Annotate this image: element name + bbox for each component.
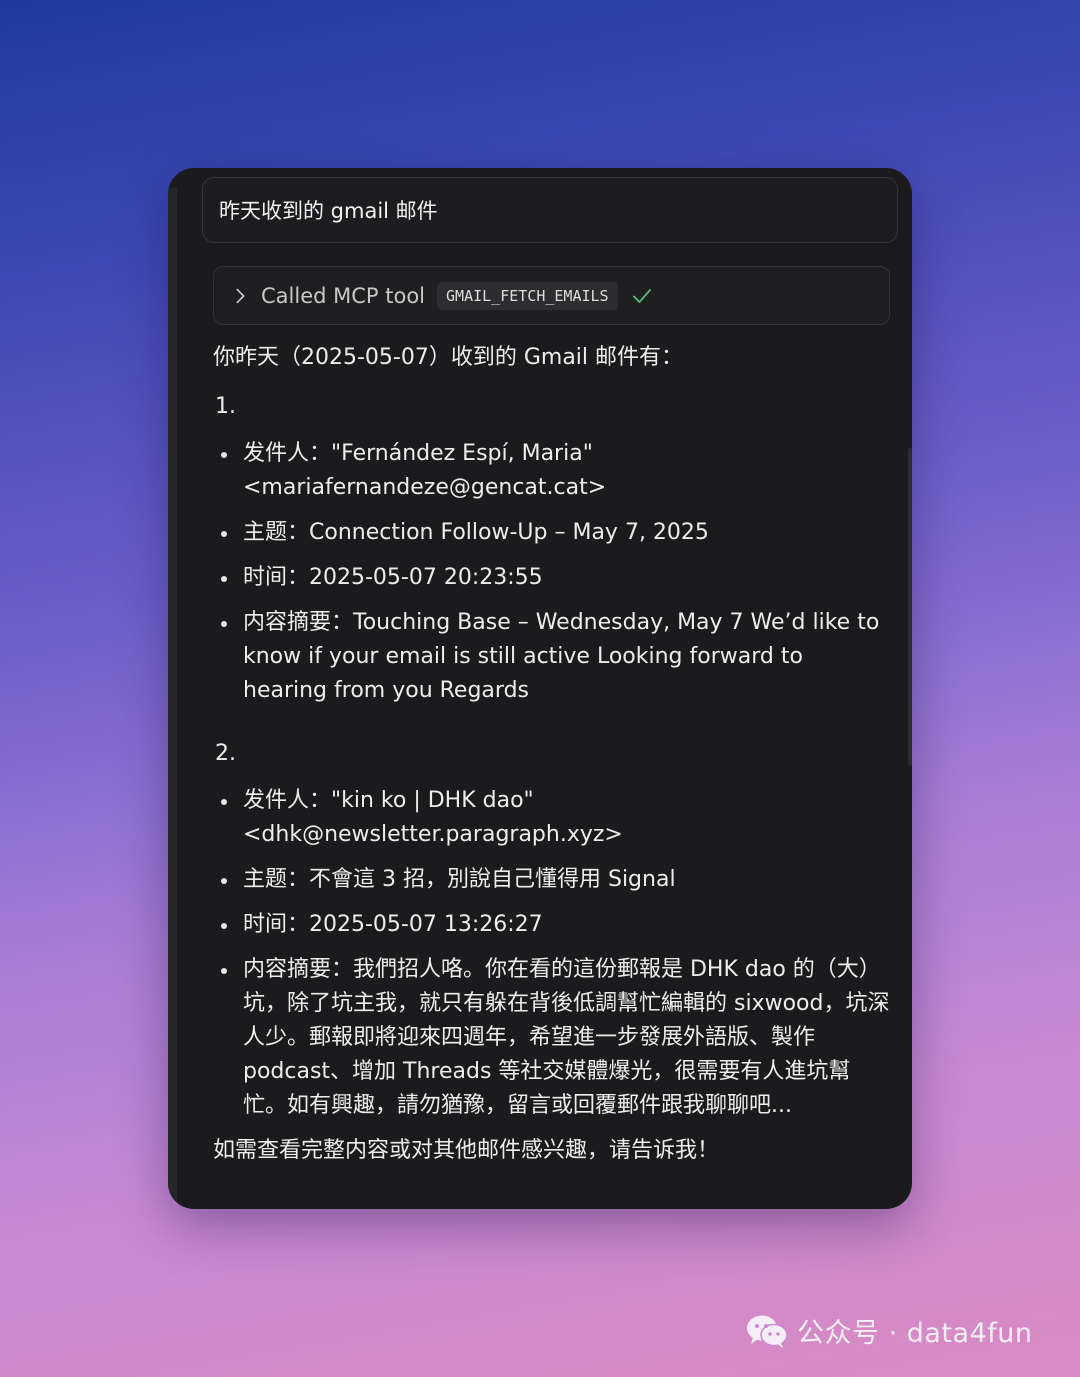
email-number: 1. — [215, 394, 236, 419]
email-details-list: 发件人："Fernández Espí, Maria" <mariafernan… — [213, 437, 893, 708]
assistant-response: 你昨天（2025-05-07）收到的 Gmail 邮件有： 1. 发件人："Fe… — [213, 341, 893, 1168]
scrollbar[interactable] — [908, 448, 912, 766]
email-subject: 主题：Connection Follow-Up – May 7, 2025 — [213, 516, 893, 550]
email-summary: 内容摘要：Touching Base – Wednesday, May 7 We… — [213, 606, 893, 708]
window-left-edge — [168, 188, 177, 1209]
user-query-message: 昨天收到的 gmail 邮件 — [202, 177, 898, 243]
email-time: 时间：2025-05-07 13:26:27 — [213, 908, 893, 942]
email-time: 时间：2025-05-07 20:23:55 — [213, 561, 893, 595]
watermark: 公众号 · data4fun — [745, 1311, 1032, 1350]
email-subject: 主题：不會這 3 招，別說自己懂得用 Signal — [213, 863, 893, 897]
email-number: 2. — [215, 741, 236, 766]
email-summary: 内容摘要：我們招人咯。你在看的這份郵報是 DHK dao 的（大）坑，除了坑主我… — [213, 953, 893, 1123]
tool-call-label: Called MCP tool — [261, 283, 426, 308]
email-sender: 发件人："Fernández Espí, Maria" <mariafernan… — [213, 437, 893, 505]
wechat-icon — [747, 1315, 788, 1348]
watermark-text: 公众号 · data4fun — [797, 1318, 1033, 1349]
email-details-list: 发件人："kin ko | DHK dao" <dhk@newsletter.p… — [213, 784, 893, 1123]
check-icon — [632, 288, 651, 303]
chat-window: 昨天收到的 gmail 邮件 Called MCP tool GMAIL_FET… — [168, 168, 912, 1209]
response-closing: 如需查看完整内容或对其他邮件感兴趣，请告诉我！ — [213, 1138, 720, 1163]
response-intro: 你昨天（2025-05-07）收到的 Gmail 邮件有： — [213, 345, 684, 370]
chevron-right-icon — [236, 288, 245, 303]
tool-call-disclosure[interactable]: Called MCP tool GMAIL_FETCH_EMAILS — [213, 266, 890, 325]
email-sender: 发件人："kin ko | DHK dao" <dhk@newsletter.p… — [213, 784, 893, 852]
tool-name-badge: GMAIL_FETCH_EMAILS — [437, 281, 618, 310]
